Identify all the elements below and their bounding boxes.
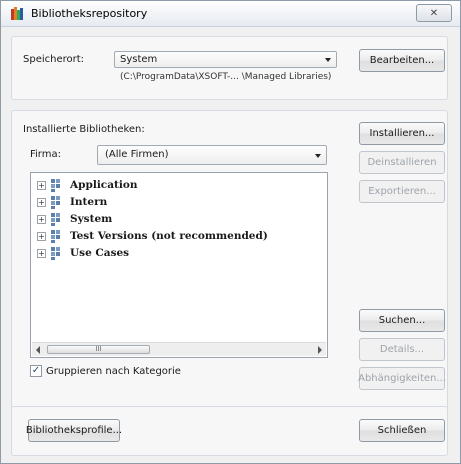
library-category-icon <box>51 212 65 226</box>
library-tree[interactable]: + Application + Intern + System + Test V… <box>30 172 328 358</box>
edit-location-button[interactable]: Bearbeiten... <box>359 49 445 72</box>
title-bar[interactable]: Bibliotheksrepository ✕ <box>1 1 460 27</box>
group-by-category-label[interactable]: Gruppieren nach Kategorie <box>46 366 181 377</box>
location-selected-value: System <box>120 54 158 65</box>
tree-item-label: Application <box>70 179 138 191</box>
tree-item-label: Use Cases <box>70 247 130 259</box>
library-books-icon <box>11 7 23 20</box>
search-button[interactable]: Suchen... <box>359 309 445 332</box>
library-category-icon <box>51 195 65 209</box>
plus-expander-icon[interactable]: + <box>37 180 46 190</box>
library-profiles-button[interactable]: Bibliotheksprofile... <box>26 419 122 442</box>
close-button[interactable]: Schließen <box>359 419 445 442</box>
install-button[interactable]: Installieren... <box>359 122 445 145</box>
library-category-icon <box>51 178 65 192</box>
scroll-right-icon[interactable] <box>318 346 322 354</box>
installed-libraries-label: Installierte Bibliotheken: <box>23 124 145 135</box>
tree-item-test-versions[interactable]: + Test Versions (not recommended) <box>37 228 268 244</box>
location-label: Speicherort: <box>23 54 85 65</box>
tree-item-intern[interactable]: + Intern <box>37 194 107 210</box>
scroll-left-icon[interactable] <box>36 346 40 354</box>
location-select[interactable]: System <box>114 51 337 68</box>
tree-item-system[interactable]: + System <box>37 211 112 227</box>
library-repository-window: Bibliotheksrepository ✕ Speicherort: Sys… <box>0 0 461 464</box>
library-category-icon <box>51 229 65 243</box>
tree-item-label: Intern <box>70 196 108 208</box>
tree-item-application[interactable]: + Application <box>37 177 137 193</box>
scrollbar-thumb[interactable]: III <box>47 345 150 354</box>
plus-expander-icon[interactable]: + <box>37 231 46 241</box>
horizontal-scrollbar[interactable]: III <box>32 342 326 356</box>
tree-item-label: System <box>70 213 113 225</box>
company-label: Firma: <box>30 149 61 160</box>
chevron-down-icon <box>325 58 331 62</box>
export-button[interactable]: Exportieren... <box>359 180 445 203</box>
group-by-category-checkbox[interactable]: ✓ <box>30 365 42 377</box>
company-select[interactable]: (Alle Firmen) <box>97 145 327 165</box>
company-selected-value: (Alle Firmen) <box>105 149 169 160</box>
tree-item-use-cases[interactable]: + Use Cases <box>37 245 129 261</box>
window-title: Bibliotheksrepository <box>31 7 148 20</box>
window-close-button[interactable]: ✕ <box>416 4 452 22</box>
details-button[interactable]: Details... <box>359 338 445 361</box>
dialog-body: Speicherort: System (C:\ProgramData\XSOF… <box>1 28 460 463</box>
checkmark-icon: ✓ <box>31 365 41 376</box>
close-icon: ✕ <box>429 7 439 19</box>
plus-expander-icon[interactable]: + <box>37 214 46 224</box>
chevron-down-icon <box>315 154 321 158</box>
location-path: (C:\ProgramData\XSOFT-... \Managed Libra… <box>120 72 332 82</box>
dependencies-button[interactable]: Abhängigkeiten... <box>358 367 446 390</box>
tree-item-label: Test Versions (not recommended) <box>70 230 268 242</box>
plus-expander-icon[interactable]: + <box>37 197 46 207</box>
library-category-icon <box>51 246 65 260</box>
plus-expander-icon[interactable]: + <box>37 248 46 258</box>
uninstall-button[interactable]: Deinstallieren <box>359 151 445 174</box>
